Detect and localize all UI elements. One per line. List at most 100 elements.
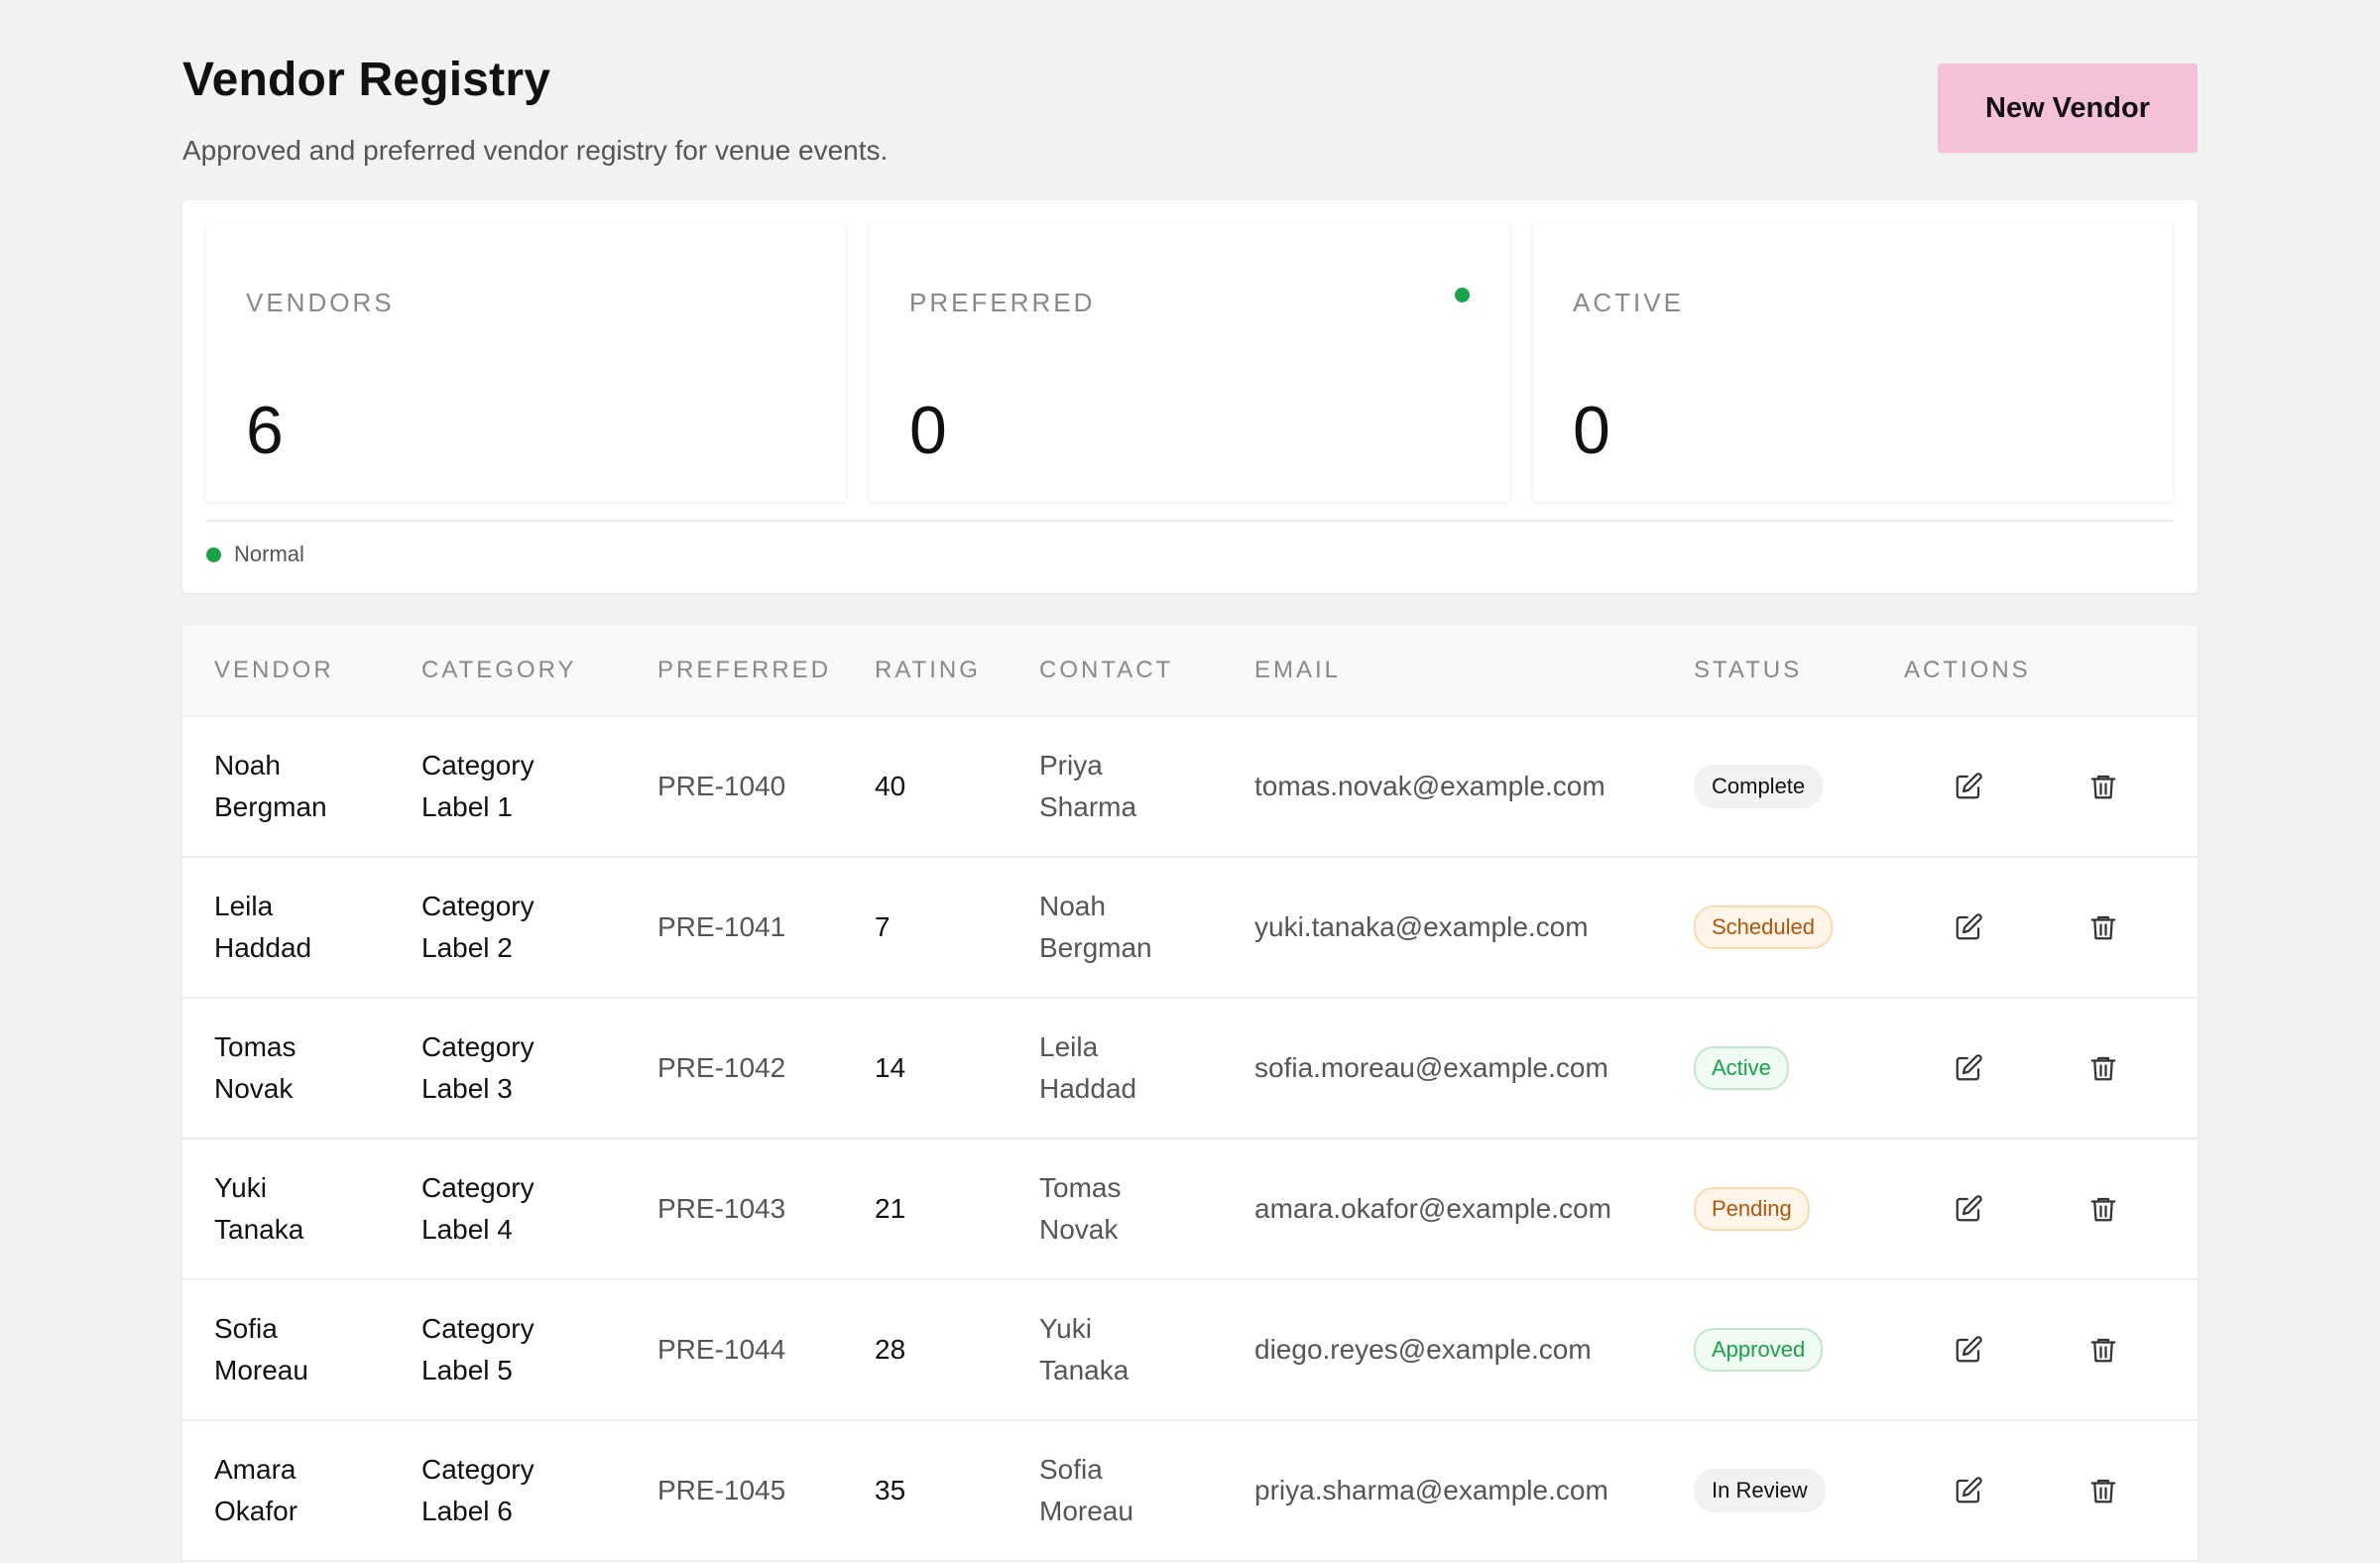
- vendor-name: Noah Bergman: [214, 716, 363, 856]
- vendor-name: Yuki Tanaka: [214, 1139, 363, 1278]
- vendor-first-name: Yuki: [214, 1171, 267, 1203]
- table-row[interactable]: Leila Haddad Category Label 2 PRE-1041 7 Noah B…: [182, 857, 2198, 999]
- table-row[interactable]: Tomas Novak Category Label 3 PRE-1042 14 Leila…: [182, 998, 2198, 1140]
- rating-value: 7: [875, 910, 891, 942]
- column-header-email[interactable]: EMAIL: [1254, 625, 1341, 716]
- preferred-code: PRE-1044: [657, 1333, 786, 1365]
- status-badge: In Review: [1694, 1468, 1826, 1512]
- table-header: VENDOR CATEGORY PREFERRED RATING CONTACT…: [182, 625, 2198, 717]
- contact-last-name: Bergman: [1039, 931, 1152, 963]
- stat-card-active: ACTIVE 0: [1533, 224, 2173, 502]
- vendor-first-name: Noah: [214, 749, 281, 781]
- stats-panel: VENDORS 6 PREFERRED 0 ACTIVE 0 Normal: [182, 200, 2198, 593]
- contact-last-name: Sharma: [1039, 790, 1137, 822]
- legend-dot: [206, 546, 221, 562]
- stats-divider: [206, 520, 2174, 522]
- vendor-first-name: Amara: [214, 1453, 297, 1485]
- category-line-1: Category: [421, 1171, 535, 1203]
- status-indicator-dot: [1455, 288, 1470, 302]
- category-cell: Category Label 5: [421, 1279, 570, 1419]
- vendor-name: Sofia Moreau: [214, 1279, 363, 1419]
- category-cell: Category Label 3: [421, 998, 570, 1138]
- table-row[interactable]: Amara Okafor Category Label 6 PRE-1045 35 Sofi…: [182, 1420, 2198, 1562]
- contact-cell: Leila Haddad: [1039, 998, 1188, 1138]
- preferred-code: PRE-1041: [657, 910, 786, 942]
- contact-cell: Noah Bergman: [1039, 857, 1188, 997]
- category-line-1: Category: [421, 890, 535, 921]
- stat-value: 6: [246, 393, 284, 468]
- trash-icon[interactable]: [2083, 907, 2123, 947]
- edit-icon[interactable]: [1949, 1189, 1988, 1229]
- contact-last-name: Tanaka: [1039, 1354, 1130, 1385]
- contact-cell: Sofia Moreau: [1039, 1420, 1188, 1560]
- email-cell: amara.okafor@example.com: [1254, 1192, 1611, 1224]
- column-header-contact[interactable]: CONTACT: [1039, 625, 1173, 716]
- table-row[interactable]: Sofia Moreau Category Label 5 PRE-1044 28 Yuki…: [182, 1279, 2198, 1421]
- edit-icon[interactable]: [1949, 907, 1988, 947]
- status-cell: Scheduled: [1694, 857, 1833, 997]
- stat-label: VENDORS: [246, 288, 395, 317]
- rating-value: 14: [875, 1051, 906, 1083]
- table-row[interactable]: Yuki Tanaka Category Label 4 PRE-1043 21 Tomas…: [182, 1139, 2198, 1280]
- rating-value: 28: [875, 1333, 906, 1365]
- vendor-last-name: Okafor: [214, 1495, 298, 1526]
- category-cell: Category Label 6: [421, 1420, 570, 1560]
- table-row[interactable]: Noah Bergman Category Label 1 PRE-1040 40 Priy…: [182, 716, 2198, 858]
- contact-last-name: Novak: [1039, 1213, 1119, 1245]
- edit-icon[interactable]: [1949, 1471, 1988, 1510]
- legend: Normal: [206, 540, 304, 569]
- category-line-1: Category: [421, 1030, 535, 1062]
- status-cell: Active: [1694, 998, 1789, 1138]
- column-header-vendor[interactable]: VENDOR: [214, 625, 334, 716]
- column-header-category[interactable]: CATEGORY: [421, 625, 576, 716]
- rating-value: 21: [875, 1192, 906, 1224]
- edit-icon[interactable]: [1949, 767, 1988, 806]
- trash-icon[interactable]: [2083, 1330, 2123, 1370]
- legend-label: Normal: [234, 541, 304, 566]
- category-line-2: Label 5: [421, 1354, 513, 1385]
- email-cell: diego.reyes@example.com: [1254, 1333, 1592, 1365]
- contact-first-name: Sofia: [1039, 1453, 1103, 1485]
- trash-icon[interactable]: [2083, 1048, 2123, 1088]
- contact-last-name: Haddad: [1039, 1072, 1137, 1104]
- vendor-last-name: Moreau: [214, 1354, 308, 1385]
- vendor-first-name: Leila: [214, 890, 274, 921]
- column-header-rating[interactable]: RATING: [875, 625, 981, 716]
- new-vendor-button[interactable]: New Vendor: [1938, 63, 2198, 153]
- contact-first-name: Priya: [1039, 749, 1103, 781]
- category-line-2: Label 3: [421, 1072, 513, 1104]
- vendor-name: Leila Haddad: [214, 857, 363, 997]
- status-cell: Pending: [1694, 1139, 1810, 1278]
- vendor-last-name: Novak: [214, 1072, 294, 1104]
- trash-icon[interactable]: [2083, 767, 2123, 806]
- page-subtitle: Approved and preferred vendor registry f…: [182, 135, 889, 166]
- contact-first-name: Leila: [1039, 1030, 1099, 1062]
- category-cell: Category Label 1: [421, 716, 570, 856]
- status-cell: In Review: [1694, 1420, 1826, 1560]
- column-header-actions: ACTIONS: [1904, 657, 2031, 683]
- vendor-last-name: Bergman: [214, 790, 327, 822]
- category-line-1: Category: [421, 1453, 535, 1485]
- edit-icon[interactable]: [1949, 1048, 1988, 1088]
- vendor-name: Amara Okafor: [214, 1420, 363, 1560]
- rating-value: 35: [875, 1474, 906, 1505]
- stat-value: 0: [1573, 393, 1610, 468]
- contact-cell: Yuki Tanaka: [1039, 1279, 1188, 1419]
- category-cell: Category Label 2: [421, 857, 570, 997]
- vendor-last-name: Haddad: [214, 931, 312, 963]
- status-cell: Complete: [1694, 716, 1824, 856]
- page-header: Vendor Registry Approved and preferred v…: [182, 52, 2198, 171]
- edit-icon[interactable]: [1949, 1330, 1988, 1370]
- vendor-first-name: Tomas: [214, 1030, 297, 1062]
- column-header-status[interactable]: STATUS: [1694, 625, 1802, 716]
- trash-icon[interactable]: [2083, 1189, 2123, 1229]
- column-header-preferred[interactable]: PREFERRED: [657, 625, 831, 716]
- category-line-1: Category: [421, 749, 535, 781]
- category-line-2: Label 1: [421, 790, 513, 822]
- preferred-code: PRE-1040: [657, 770, 786, 801]
- trash-icon[interactable]: [2083, 1471, 2123, 1510]
- status-badge: Scheduled: [1694, 904, 1833, 949]
- status-cell: Approved: [1694, 1279, 1824, 1419]
- contact-first-name: Yuki: [1039, 1312, 1092, 1344]
- status-badge: Complete: [1694, 764, 1824, 808]
